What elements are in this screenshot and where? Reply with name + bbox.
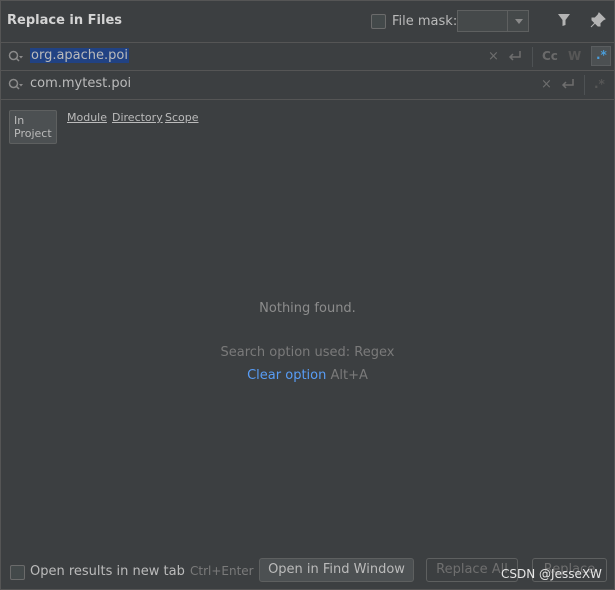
clear-option-link[interactable]: Clear option (247, 368, 326, 383)
regex-icon: .* (594, 77, 605, 91)
tab-in-project[interactable]: In Project (9, 110, 57, 144)
tab-module[interactable]: Module (67, 111, 107, 124)
toolbar-separator (584, 75, 585, 95)
replace-input[interactable]: com.mytest.poi (30, 76, 131, 91)
shortcut-hint: Ctrl+Enter (190, 564, 254, 578)
search-input[interactable]: org.apache.poi (30, 48, 129, 63)
search-row: org.apache.poi × Cc W .* (1, 42, 614, 71)
match-case-toggle[interactable]: Cc (542, 49, 558, 63)
tab-directory[interactable]: Directory (112, 111, 163, 124)
watermark: CSDN @JesseXW (501, 567, 602, 581)
clear-option-shortcut: Alt+A (330, 368, 368, 383)
regex-icon: .* (596, 48, 607, 62)
words-toggle[interactable]: W (568, 49, 581, 63)
search-option-note: Search option used: Regex (220, 345, 395, 360)
file-mask-checkbox[interactable] (371, 14, 386, 29)
open-new-tab-checkbox[interactable] (10, 565, 25, 580)
toolbar-separator (532, 47, 533, 67)
dialog-title: Replace in Files (7, 13, 122, 28)
tab-scope[interactable]: Scope (165, 111, 199, 124)
filter-icon[interactable] (557, 13, 571, 27)
empty-message: Nothing found. (259, 301, 356, 316)
newline-icon[interactable] (508, 49, 522, 63)
newline-icon[interactable] (561, 77, 575, 91)
combo-separator (507, 11, 508, 31)
replace-row: com.mytest.poi × .* (1, 70, 614, 100)
file-mask-combo[interactable] (457, 10, 529, 32)
clear-search-icon[interactable]: × (488, 49, 499, 64)
file-mask-label: File mask: (392, 14, 458, 29)
clear-option-line: Clear option Alt+A (1, 368, 614, 383)
dialog-header: Replace in Files File mask: (1, 1, 614, 41)
search-icon[interactable] (8, 50, 24, 64)
chevron-down-icon[interactable] (515, 19, 523, 24)
pin-icon[interactable] (590, 12, 606, 28)
open-in-find-window-button[interactable]: Open in Find Window (259, 558, 414, 582)
clear-replace-icon[interactable]: × (541, 77, 552, 92)
replace-in-files-dialog: Replace in Files File mask: org.apache.p… (0, 0, 615, 590)
open-new-tab-label: Open results in new tab (30, 564, 185, 579)
search-icon[interactable] (8, 78, 24, 92)
regex-toggle[interactable]: .* (591, 46, 611, 66)
